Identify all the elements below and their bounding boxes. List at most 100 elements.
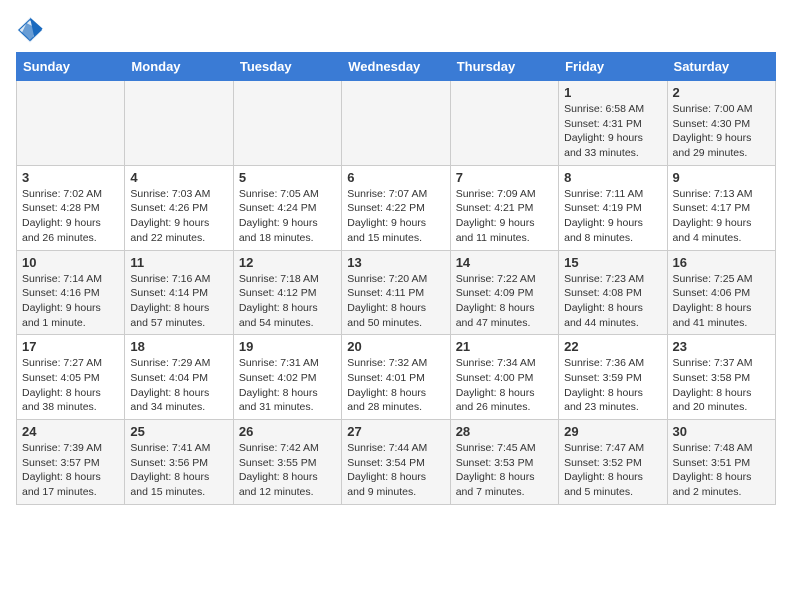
day-cell: 8 Sunrise: 7:11 AM Sunset: 4:19 PM Daylig… (559, 165, 667, 250)
day-info: Sunrise: 7:48 AM Sunset: 3:51 PM Dayligh… (673, 442, 753, 498)
day-info: Sunrise: 7:14 AM Sunset: 4:16 PM Dayligh… (22, 273, 102, 329)
day-cell: 1 Sunrise: 6:58 AM Sunset: 4:31 PM Daylig… (559, 81, 667, 166)
day-number: 24 (22, 424, 119, 439)
day-cell: 14 Sunrise: 7:22 AM Sunset: 4:09 PM Dayli… (450, 250, 558, 335)
day-cell: 3 Sunrise: 7:02 AM Sunset: 4:28 PM Daylig… (17, 165, 125, 250)
header-cell-friday: Friday (559, 53, 667, 81)
day-number: 11 (130, 255, 227, 270)
day-cell: 17 Sunrise: 7:27 AM Sunset: 4:05 PM Dayli… (17, 335, 125, 420)
header (16, 16, 776, 44)
day-number: 10 (22, 255, 119, 270)
day-info: Sunrise: 7:02 AM Sunset: 4:28 PM Dayligh… (22, 188, 102, 244)
day-info: Sunrise: 7:09 AM Sunset: 4:21 PM Dayligh… (456, 188, 536, 244)
day-number: 25 (130, 424, 227, 439)
day-number: 22 (564, 339, 661, 354)
day-number: 14 (456, 255, 553, 270)
day-info: Sunrise: 7:34 AM Sunset: 4:00 PM Dayligh… (456, 357, 536, 413)
logo-icon (16, 16, 44, 44)
day-number: 7 (456, 170, 553, 185)
day-cell: 5Sunrise: 7:05 AM Sunset: 4:24 PM Daylig… (233, 165, 341, 250)
day-cell (342, 81, 450, 166)
day-info: Sunrise: 7:11 AM Sunset: 4:19 PM Dayligh… (564, 188, 643, 244)
day-info: Sunrise: 7:37 AM Sunset: 3:58 PM Dayligh… (673, 357, 753, 413)
day-info: Sunrise: 7:44 AM Sunset: 3:54 PM Dayligh… (347, 442, 427, 498)
day-info: Sunrise: 7:47 AM Sunset: 3:52 PM Dayligh… (564, 442, 644, 498)
week-row-1: 1 Sunrise: 6:58 AM Sunset: 4:31 PM Daylig… (17, 81, 776, 166)
day-number: 20 (347, 339, 444, 354)
header-cell-saturday: Saturday (667, 53, 775, 81)
day-cell: 27Sunrise: 7:44 AM Sunset: 3:54 PM Dayli… (342, 420, 450, 505)
day-info: Sunrise: 7:41 AM Sunset: 3:56 PM Dayligh… (130, 442, 210, 498)
day-number: 28 (456, 424, 553, 439)
day-cell: 9Sunrise: 7:13 AM Sunset: 4:17 PM Daylig… (667, 165, 775, 250)
day-cell: 24 Sunrise: 7:39 AM Sunset: 3:57 PM Dayli… (17, 420, 125, 505)
day-info: Sunrise: 7:36 AM Sunset: 3:59 PM Dayligh… (564, 357, 644, 413)
day-number: 23 (673, 339, 770, 354)
day-number: 18 (130, 339, 227, 354)
day-cell: 13 Sunrise: 7:20 AM Sunset: 4:11 PM Dayli… (342, 250, 450, 335)
day-number: 30 (673, 424, 770, 439)
day-cell: 16 Sunrise: 7:25 AM Sunset: 4:06 PM Dayli… (667, 250, 775, 335)
header-row: SundayMondayTuesdayWednesdayThursdayFrid… (17, 53, 776, 81)
day-number: 21 (456, 339, 553, 354)
day-number: 15 (564, 255, 661, 270)
day-cell: 11 Sunrise: 7:16 AM Sunset: 4:14 PM Dayli… (125, 250, 233, 335)
day-number: 8 (564, 170, 661, 185)
header-cell-tuesday: Tuesday (233, 53, 341, 81)
header-cell-monday: Monday (125, 53, 233, 81)
header-cell-wednesday: Wednesday (342, 53, 450, 81)
day-info: Sunrise: 7:16 AM Sunset: 4:14 PM Dayligh… (130, 273, 210, 329)
day-info: Sunrise: 7:22 AM Sunset: 4:09 PM Dayligh… (456, 273, 536, 329)
day-number: 3 (22, 170, 119, 185)
day-info: Sunrise: 7:18 AM Sunset: 4:12 PM Dayligh… (239, 273, 319, 329)
day-number: 6 (347, 170, 444, 185)
day-cell: 25 Sunrise: 7:41 AM Sunset: 3:56 PM Dayli… (125, 420, 233, 505)
day-number: 17 (22, 339, 119, 354)
day-info: Sunrise: 7:25 AM Sunset: 4:06 PM Dayligh… (673, 273, 753, 329)
header-cell-sunday: Sunday (17, 53, 125, 81)
day-cell: 15 Sunrise: 7:23 AM Sunset: 4:08 PM Dayli… (559, 250, 667, 335)
day-cell: 2 Sunrise: 7:00 AM Sunset: 4:30 PM Daylig… (667, 81, 775, 166)
day-cell: 26Sunrise: 7:42 AM Sunset: 3:55 PM Dayli… (233, 420, 341, 505)
day-cell: 7 Sunrise: 7:09 AM Sunset: 4:21 PM Daylig… (450, 165, 558, 250)
day-info: Sunrise: 7:29 AM Sunset: 4:04 PM Dayligh… (130, 357, 210, 413)
day-cell: 4 Sunrise: 7:03 AM Sunset: 4:26 PM Daylig… (125, 165, 233, 250)
day-number: 2 (673, 85, 770, 100)
day-info: Sunrise: 7:39 AM Sunset: 3:57 PM Dayligh… (22, 442, 102, 498)
week-row-4: 17 Sunrise: 7:27 AM Sunset: 4:05 PM Dayli… (17, 335, 776, 420)
day-cell: 20Sunrise: 7:32 AM Sunset: 4:01 PM Dayli… (342, 335, 450, 420)
day-cell (233, 81, 341, 166)
day-cell: 10 Sunrise: 7:14 AM Sunset: 4:16 PM Dayli… (17, 250, 125, 335)
day-cell (125, 81, 233, 166)
week-row-5: 24 Sunrise: 7:39 AM Sunset: 3:57 PM Dayli… (17, 420, 776, 505)
day-info: Sunrise: 7:03 AM Sunset: 4:26 PM Dayligh… (130, 188, 210, 244)
day-info: Sunrise: 7:20 AM Sunset: 4:11 PM Dayligh… (347, 273, 427, 329)
day-info: Sunrise: 7:23 AM Sunset: 4:08 PM Dayligh… (564, 273, 644, 329)
day-number: 12 (239, 255, 336, 270)
day-cell: 29Sunrise: 7:47 AM Sunset: 3:52 PM Dayli… (559, 420, 667, 505)
day-info: Sunrise: 7:00 AM Sunset: 4:30 PM Dayligh… (673, 103, 753, 159)
day-number: 1 (564, 85, 661, 100)
day-cell: 22 Sunrise: 7:36 AM Sunset: 3:59 PM Dayli… (559, 335, 667, 420)
day-number: 26 (239, 424, 336, 439)
day-number: 13 (347, 255, 444, 270)
day-info: Sunrise: 7:31 AM Sunset: 4:02 PM Dayligh… (239, 357, 319, 413)
day-cell: 18 Sunrise: 7:29 AM Sunset: 4:04 PM Dayli… (125, 335, 233, 420)
calendar-table: SundayMondayTuesdayWednesdayThursdayFrid… (16, 52, 776, 505)
day-number: 4 (130, 170, 227, 185)
day-cell: 12 Sunrise: 7:18 AM Sunset: 4:12 PM Dayli… (233, 250, 341, 335)
week-row-3: 10 Sunrise: 7:14 AM Sunset: 4:16 PM Dayli… (17, 250, 776, 335)
logo (16, 16, 48, 44)
day-number: 16 (673, 255, 770, 270)
header-cell-thursday: Thursday (450, 53, 558, 81)
day-info: Sunrise: 7:13 AM Sunset: 4:17 PM Dayligh… (673, 188, 753, 244)
day-cell (17, 81, 125, 166)
day-info: Sunrise: 6:58 AM Sunset: 4:31 PM Dayligh… (564, 103, 644, 159)
day-cell: 30 Sunrise: 7:48 AM Sunset: 3:51 PM Dayli… (667, 420, 775, 505)
week-row-2: 3 Sunrise: 7:02 AM Sunset: 4:28 PM Daylig… (17, 165, 776, 250)
day-info: Sunrise: 7:27 AM Sunset: 4:05 PM Dayligh… (22, 357, 102, 413)
day-cell: 6 Sunrise: 7:07 AM Sunset: 4:22 PM Daylig… (342, 165, 450, 250)
day-number: 19 (239, 339, 336, 354)
day-info: Sunrise: 7:07 AM Sunset: 4:22 PM Dayligh… (347, 188, 427, 244)
day-cell: 28Sunrise: 7:45 AM Sunset: 3:53 PM Dayli… (450, 420, 558, 505)
